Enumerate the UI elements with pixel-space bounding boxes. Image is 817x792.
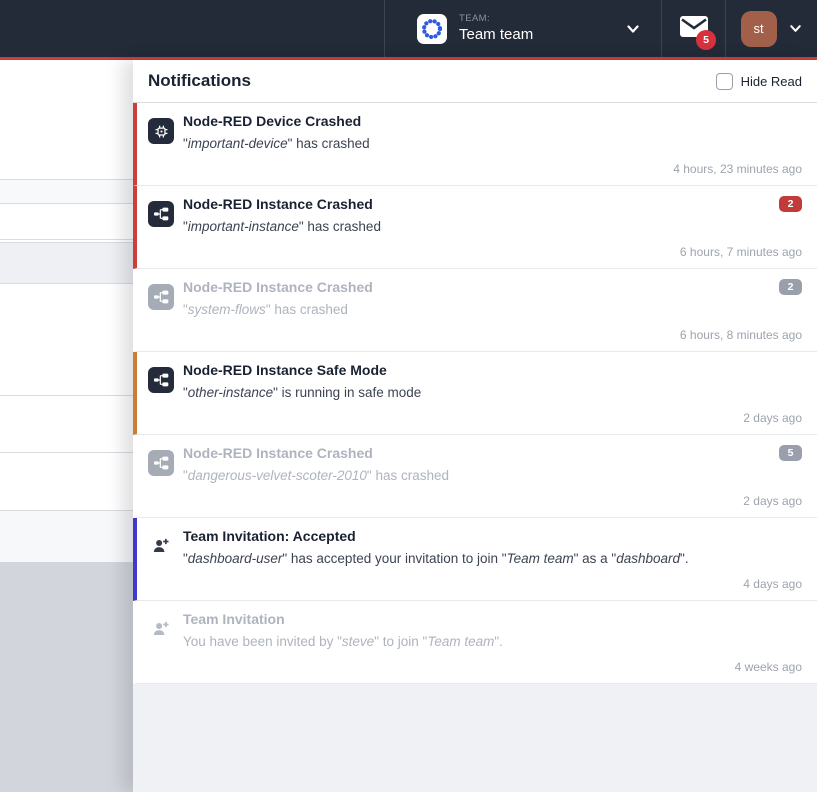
user-plus-icon (152, 620, 170, 638)
notification-body: "important-instance" has crashed (183, 219, 802, 234)
device-chip-icon (154, 124, 169, 139)
user-menu-chevron-icon (788, 21, 803, 36)
notification-time: 6 hours, 7 minutes ago (680, 245, 802, 259)
notification-title: Node-RED Instance Crashed (183, 445, 802, 462)
notification-title: Node-RED Instance Crashed (183, 196, 802, 213)
notification-item[interactable]: Node-RED Instance Crashed "dangerous-vel… (133, 435, 817, 518)
notification-title: Node-RED Device Crashed (183, 113, 802, 130)
notification-item[interactable]: Team Invitation: Accepted "dashboard-use… (133, 518, 817, 601)
notification-list-footer (133, 684, 817, 792)
notification-time: 4 weeks ago (735, 660, 802, 674)
instance-fork-icon (153, 206, 169, 222)
instance-fork-icon (153, 289, 169, 305)
notification-item[interactable]: Team Invitation You have been invited by… (133, 601, 817, 684)
notification-title: Node-RED Instance Crashed (183, 279, 802, 296)
screen: TEAM: Team team 5 st (0, 0, 817, 792)
notification-item[interactable]: Node-RED Instance Crashed "system-flows"… (133, 269, 817, 352)
notification-body: "other-instance" is running in safe mode (183, 385, 802, 400)
instance-fork-icon (153, 372, 169, 388)
notification-badge: 2 (779, 279, 802, 295)
top-navbar: TEAM: Team team 5 st (0, 0, 817, 60)
hide-read-label: Hide Read (741, 74, 802, 89)
notification-badge: 2 (779, 196, 802, 212)
instance-fork-icon (153, 455, 169, 471)
notification-title: Node-RED Instance Safe Mode (183, 362, 802, 379)
notification-title: Team Invitation: Accepted (183, 528, 802, 545)
notification-icon (148, 450, 174, 476)
avatar: st (741, 11, 777, 47)
team-icon (417, 14, 447, 44)
notification-time: 2 days ago (743, 494, 802, 508)
notification-time: 6 hours, 8 minutes ago (680, 328, 802, 342)
hide-read-toggle[interactable]: Hide Read (716, 73, 802, 90)
notification-time: 4 hours, 23 minutes ago (673, 162, 802, 176)
notification-icon (148, 118, 174, 144)
notification-time: 2 days ago (743, 411, 802, 425)
user-menu[interactable]: st (725, 0, 817, 57)
chevron-down-icon (625, 21, 641, 37)
notifications-panel-header: Notifications Hide Read (133, 60, 817, 103)
notifications-panel: Notifications Hide Read Node-RED Device … (133, 60, 817, 792)
notification-icon (148, 284, 174, 310)
team-name: Team team (459, 26, 613, 43)
panel-title: Notifications (148, 71, 716, 91)
team-selector[interactable]: TEAM: Team team (384, 0, 661, 57)
notification-icon (148, 533, 174, 559)
unread-count-badge: 5 (696, 30, 716, 50)
background-page (0, 60, 133, 792)
user-plus-icon (152, 537, 170, 555)
notification-item[interactable]: Node-RED Device Crashed "important-devic… (133, 103, 817, 186)
notification-icon (148, 201, 174, 227)
notification-body: "dashboard-user" has accepted your invit… (183, 551, 802, 566)
notification-list: Node-RED Device Crashed "important-devic… (133, 103, 817, 684)
navbar-spacer (0, 0, 384, 57)
notification-body: "dangerous-velvet-scoter-2010" has crash… (183, 468, 802, 483)
notification-body: "system-flows" has crashed (183, 302, 802, 317)
notification-body: "important-device" has crashed (183, 136, 802, 151)
notification-badge: 5 (779, 445, 802, 461)
notification-icon (148, 616, 174, 642)
notifications-button[interactable]: 5 (661, 0, 725, 57)
notification-title: Team Invitation (183, 611, 802, 628)
team-label: TEAM: (459, 14, 613, 25)
notification-item[interactable]: Node-RED Instance Crashed "important-ins… (133, 186, 817, 269)
hide-read-checkbox[interactable] (716, 73, 733, 90)
notification-item[interactable]: Node-RED Instance Safe Mode "other-insta… (133, 352, 817, 435)
notification-time: 4 days ago (743, 577, 802, 591)
team-text: TEAM: Team team (459, 14, 613, 43)
notification-icon (148, 367, 174, 393)
notification-body: You have been invited by "steve" to join… (183, 634, 802, 649)
